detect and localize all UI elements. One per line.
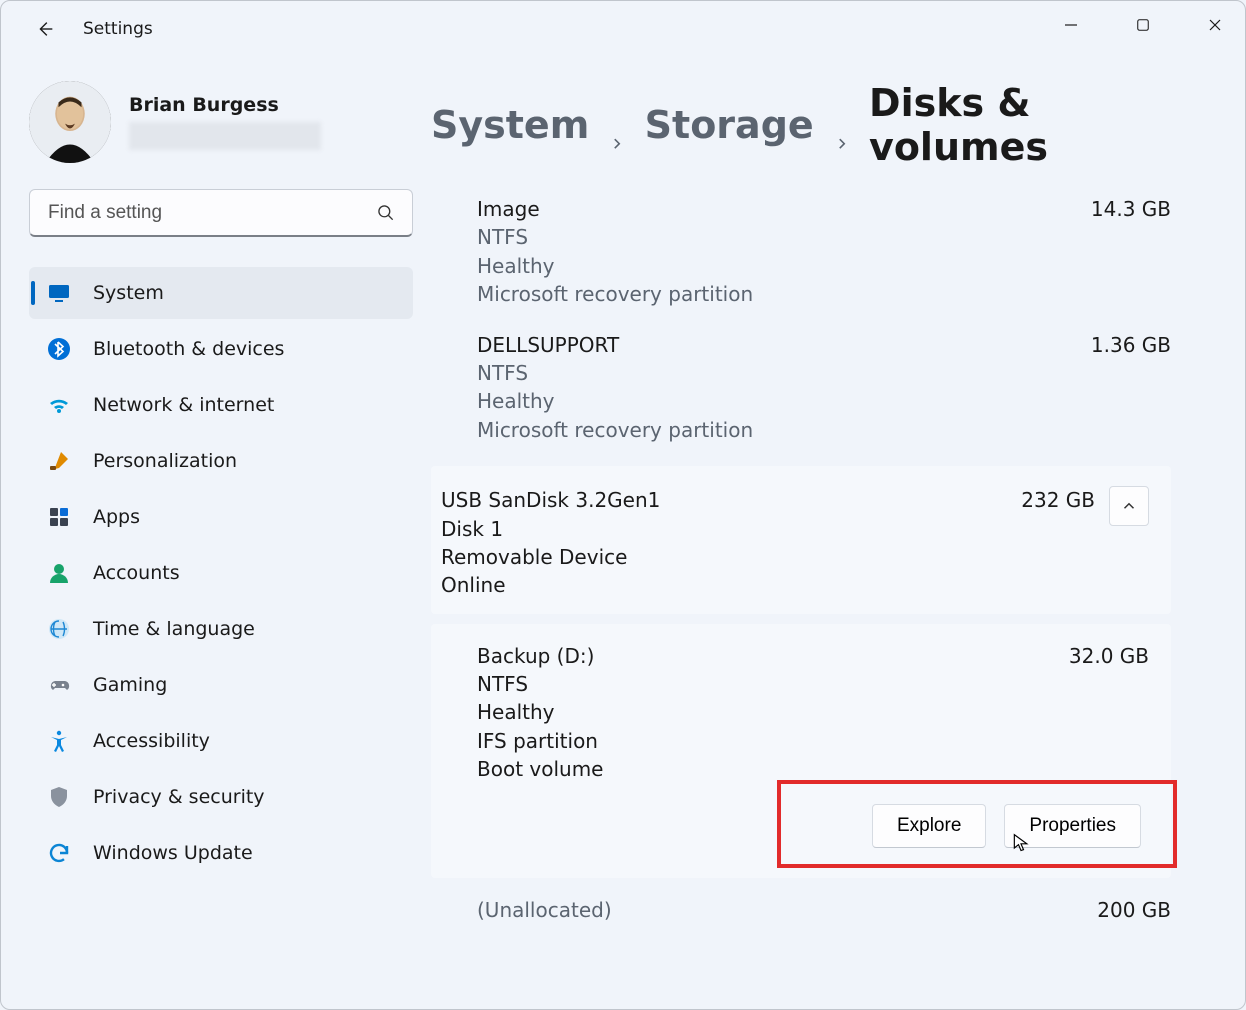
breadcrumb-current: Disks & volumes (869, 81, 1171, 169)
breadcrumb-system[interactable]: System (431, 103, 589, 147)
sidebar-item-label: Windows Update (93, 842, 253, 864)
user-name: Brian Burgess (129, 94, 321, 116)
sidebar-item-personalization[interactable]: Personalization (29, 435, 413, 487)
volume-entry[interactable]: DELLSUPPORTNTFSHealthyMicrosoft recovery… (431, 331, 1171, 467)
sidebar-item-system[interactable]: System (29, 267, 413, 319)
chevron-right-icon (609, 116, 624, 134)
sidebar-item-time-language[interactable]: Time & language (29, 603, 413, 655)
volume-size: 32.0 GB (1069, 642, 1149, 670)
volume-size: 14.3 GB (1091, 195, 1171, 223)
back-button[interactable] (29, 13, 61, 45)
sidebar-item-label: Apps (93, 506, 140, 528)
chevron-right-icon (834, 116, 849, 134)
gamepad-icon (47, 673, 71, 697)
sidebar-item-label: Privacy & security (93, 786, 265, 808)
sidebar-item-label: Accessibility (93, 730, 210, 752)
brush-icon (47, 449, 71, 473)
disk-size: 232 GB (1021, 486, 1095, 514)
volume-title: Backup (D:) (477, 642, 603, 670)
person-icon (47, 561, 71, 585)
disk-name: USB SanDisk 3.2Gen1 (441, 486, 1021, 514)
sidebar-item-windows-update[interactable]: Windows Update (29, 827, 413, 879)
search-box[interactable] (29, 189, 413, 237)
breadcrumb: System Storage Disks & volumes (431, 81, 1171, 169)
user-avatar[interactable] (29, 81, 111, 163)
sidebar-item-label: Bluetooth & devices (93, 338, 284, 360)
volume-title: Image (477, 195, 753, 223)
collapse-button[interactable] (1109, 486, 1149, 526)
sidebar-item-label: Personalization (93, 450, 237, 472)
close-button[interactable] (1195, 9, 1235, 41)
cursor-pointer-icon (1011, 830, 1031, 856)
sidebar-item-apps[interactable]: Apps (29, 491, 413, 543)
bluetooth-icon (47, 337, 71, 361)
sidebar-item-bluetooth-devices[interactable]: Bluetooth & devices (29, 323, 413, 375)
disk-meta-1: Online (441, 571, 1021, 599)
app-title: Settings (83, 19, 153, 39)
search-icon (376, 203, 396, 223)
apps-icon (47, 505, 71, 529)
wifi-icon (47, 393, 71, 417)
volume-backup[interactable]: Backup (D:) NTFS Healthy IFS partition B… (431, 624, 1171, 878)
maximize-button[interactable] (1123, 9, 1163, 41)
user-email-redacted (129, 122, 321, 150)
sidebar-item-privacy-security[interactable]: Privacy & security (29, 771, 413, 823)
disk-meta-0: Removable Device (441, 543, 1021, 571)
search-input[interactable] (46, 201, 376, 225)
clock-globe-icon (47, 617, 71, 641)
sidebar-item-label: Time & language (93, 618, 255, 640)
sidebar-item-label: Accounts (93, 562, 180, 584)
sidebar-item-label: Gaming (93, 674, 167, 696)
minimize-button[interactable] (1051, 9, 1091, 41)
shield-icon (47, 785, 71, 809)
accessibility-icon (47, 729, 71, 753)
volume-entry[interactable]: ImageNTFSHealthyMicrosoft recovery parti… (431, 195, 1171, 331)
sidebar-item-label: Network & internet (93, 394, 274, 416)
sidebar-item-gaming[interactable]: Gaming (29, 659, 413, 711)
disk-header[interactable]: USB SanDisk 3.2Gen1 Disk 1 Removable Dev… (431, 466, 1171, 614)
sidebar-item-network-internet[interactable]: Network & internet (29, 379, 413, 431)
volume-size: 1.36 GB (1091, 331, 1171, 359)
disk-label: Disk 1 (441, 515, 1021, 543)
unallocated-label: (Unallocated) (477, 896, 612, 924)
volume-title: DELLSUPPORT (477, 331, 753, 359)
sidebar-item-accounts[interactable]: Accounts (29, 547, 413, 599)
update-icon (47, 841, 71, 865)
display-icon (47, 281, 71, 305)
explore-button[interactable]: Explore (872, 804, 986, 848)
sidebar-item-label: System (93, 282, 164, 304)
breadcrumb-storage[interactable]: Storage (645, 103, 814, 147)
unallocated-size: 200 GB (1097, 896, 1171, 924)
sidebar-item-accessibility[interactable]: Accessibility (29, 715, 413, 767)
